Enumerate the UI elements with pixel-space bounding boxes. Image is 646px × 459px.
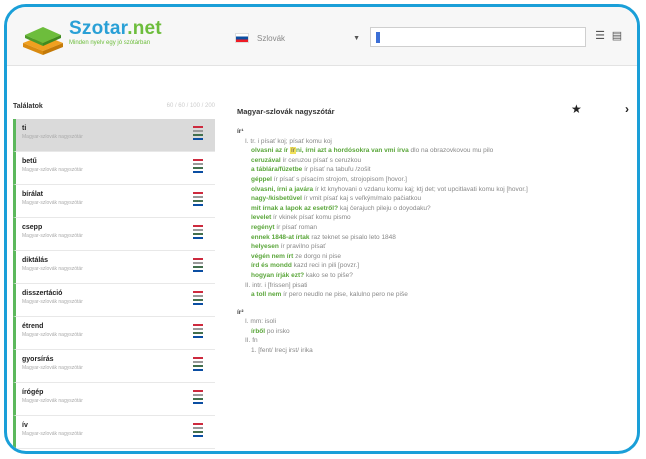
result-count[interactable]: 60 / 60 / 100 / 200 bbox=[167, 103, 215, 109]
tagline: Minden nyelv egy jó szótárban bbox=[69, 40, 151, 46]
hungarian-slovak-flag-icon bbox=[193, 159, 203, 175]
hungarian-slovak-flag-icon bbox=[193, 126, 203, 142]
example-line: a toll nem ír pero neudlo ne pise, kalul… bbox=[251, 291, 408, 299]
example-line: a táblára/füzetbe ír písať na tabuľu /zo… bbox=[251, 166, 371, 174]
example-line: írből po irsko bbox=[251, 327, 290, 335]
list-item[interactable]: ív Magyar-szlovák nagyszótár bbox=[13, 416, 215, 449]
list-item[interactable]: betű Magyar-szlovák nagyszótár bbox=[13, 152, 215, 185]
example-line: olvasni az ír írni, írni azt a hordósokr… bbox=[251, 147, 494, 155]
header: Szotar.net Minden nyelv egy jó szótárban… bbox=[7, 7, 637, 66]
entry-list: ír¹ I. tr. i písať koj; písať komu koj o… bbox=[237, 127, 637, 356]
language-select[interactable]: Szlovák ▼ bbox=[235, 29, 360, 47]
list-item[interactable]: csepp Magyar-szlovák nagyszótár bbox=[13, 218, 215, 251]
example-line: levelet ír vkinek písať komu pismo bbox=[251, 214, 351, 222]
entry-headword: ír¹ bbox=[237, 128, 244, 135]
results-sidebar: Találatok 60 / 60 / 100 / 200 ti Magyar-… bbox=[13, 97, 215, 451]
slovak-flag-icon bbox=[235, 33, 249, 43]
sense-line: II. intr. i [frissen] pisati bbox=[245, 281, 308, 289]
example-line: hogyan írják ezt? kako se to piše? bbox=[251, 271, 353, 279]
hungarian-slovak-flag-icon bbox=[193, 225, 203, 241]
sense-line: I. tr. i písať koj; písať komu koj bbox=[245, 137, 332, 145]
example-line: ceruzával ír ceruzou písať s ceruzkou bbox=[251, 156, 362, 164]
list-item[interactable]: gyorsírás Magyar-szlovák nagyszótár bbox=[13, 350, 215, 383]
dictionary-title: Magyar-szlovák nagyszótár bbox=[237, 107, 335, 116]
example-line: végén nem írt ze dorgo ni pise bbox=[251, 252, 341, 260]
keyboard-icon[interactable]: ▤ bbox=[611, 29, 623, 43]
search-input[interactable] bbox=[370, 27, 586, 47]
sense-line: II. fn bbox=[245, 337, 258, 345]
sidebar-title: Találatok bbox=[13, 102, 43, 110]
book-logo-icon bbox=[23, 27, 63, 55]
example-line: géppel ír písať s písacím strojom, stroj… bbox=[251, 175, 407, 183]
example-line: helyesen ír pravilno písať bbox=[251, 243, 326, 251]
hungarian-slovak-flag-icon bbox=[193, 357, 203, 373]
text-cursor bbox=[376, 32, 380, 43]
list-item[interactable]: diktálás Magyar-szlovák nagyszótár bbox=[13, 251, 215, 284]
hungarian-slovak-flag-icon bbox=[193, 423, 203, 439]
example-line: regényt ír písať roman bbox=[251, 223, 318, 231]
sense-line: 1. [fent/ Irecj irst/ irika bbox=[251, 347, 313, 355]
list-item[interactable]: írógép Magyar-szlovák nagyszótár bbox=[13, 383, 215, 416]
list-item[interactable]: disszertáció Magyar-szlovák nagyszótár bbox=[13, 284, 215, 317]
list-item[interactable]: bírálat Magyar-szlovák nagyszótár bbox=[13, 185, 215, 218]
list-view-icon[interactable]: ☰ bbox=[594, 29, 606, 43]
hungarian-slovak-flag-icon bbox=[193, 291, 203, 307]
example-line: nagy-/kisbetűvel ír vmit písať kaj s veľ… bbox=[251, 195, 422, 203]
app-window: Szotar.net Minden nyelv egy jó szótárban… bbox=[4, 4, 640, 454]
example-line: mit írnak a lapok az esetről? kaj čeraju… bbox=[251, 204, 431, 212]
chevron-down-icon: ▼ bbox=[353, 34, 360, 42]
hungarian-slovak-flag-icon bbox=[193, 390, 203, 406]
list-item[interactable]: étrend Magyar-szlovák nagyszótár bbox=[13, 317, 215, 350]
hungarian-slovak-flag-icon bbox=[193, 258, 203, 274]
example-line: ennek 1848-at írtak raz teknet se pisalo… bbox=[251, 233, 396, 241]
chevron-right-icon[interactable]: › bbox=[625, 102, 629, 116]
results-list: ti Magyar-szlovák nagyszótár betű Magyar… bbox=[13, 119, 215, 449]
dictionary-panel: Magyar-szlovák nagyszótár ★ › ír¹ I. tr.… bbox=[237, 99, 637, 451]
language-label: Szlovák bbox=[257, 33, 286, 43]
hungarian-slovak-flag-icon bbox=[193, 192, 203, 208]
entry-headword: ír² bbox=[237, 308, 244, 316]
hungarian-slovak-flag-icon bbox=[193, 324, 203, 340]
brand-name[interactable]: Szotar.net bbox=[69, 18, 162, 40]
list-item[interactable]: ti Magyar-szlovák nagyszótár bbox=[13, 119, 215, 152]
example-line: olvasni, írni a javára ír kt knyhovani o… bbox=[251, 185, 528, 193]
star-icon[interactable]: ★ bbox=[571, 102, 582, 116]
sense-line: I. mm: isoli bbox=[245, 318, 277, 326]
example-line: írd és mondd kazd reci in pili [povzr.] bbox=[251, 262, 360, 270]
